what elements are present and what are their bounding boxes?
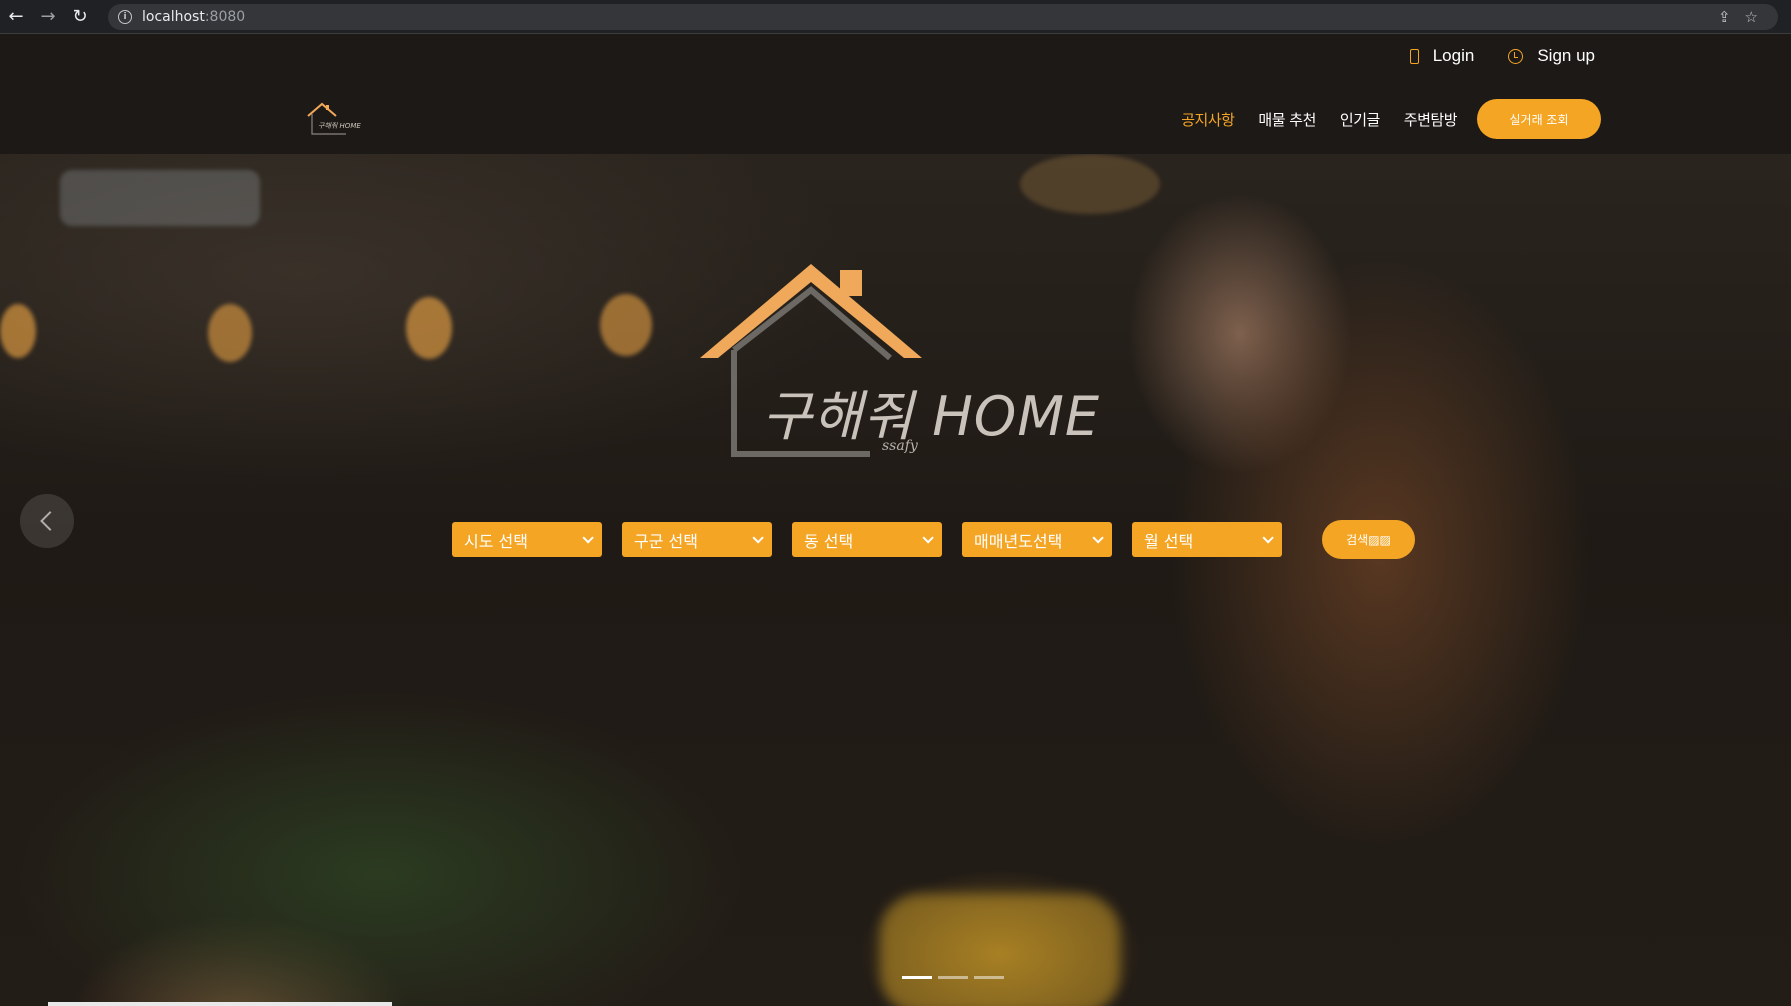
month-select-label: 월 선택 <box>1144 531 1194 551</box>
header-logo[interactable]: 구해줘 HOME <box>306 100 366 136</box>
carousel-prev-button[interactable] <box>20 494 74 548</box>
dong-select-label: 동 선택 <box>804 531 854 551</box>
browser-toolbar: ← → ↻ i localhost:8080 ⇪ ☆ <box>0 0 1791 34</box>
signup-link[interactable]: Sign up <box>1508 46 1595 66</box>
carousel-indicator-3[interactable] <box>974 976 1004 979</box>
main-nav: 공지사항 매물 추천 인기글 주변탐방 실거래 조회 <box>1181 99 1601 139</box>
year-select[interactable]: 매매년도선택 <box>962 522 1112 557</box>
year-select-label: 매매년도선택 <box>974 531 1063 551</box>
site-info-icon[interactable]: i <box>118 10 132 24</box>
search-button[interactable]: 검색▨▨ <box>1322 520 1415 559</box>
clock-icon <box>1508 48 1524 64</box>
deal-lookup-button[interactable]: 실거래 조회 <box>1477 99 1601 139</box>
header-logo-text: 구해줘 HOME <box>318 122 361 130</box>
bokeh-light <box>600 294 652 356</box>
hero-logo-title: 구해줘 HOME <box>762 385 1101 448</box>
dong-select[interactable]: 동 선택 <box>792 522 942 557</box>
signup-label: Sign up <box>1537 46 1595 65</box>
hero-logo-subtitle: ssafy <box>882 438 918 454</box>
forward-button[interactable]: → <box>32 0 64 34</box>
nav-recommend[interactable]: 매물 추천 <box>1258 109 1316 130</box>
chevron-down-icon <box>582 531 594 544</box>
bokeh-light <box>1020 154 1160 214</box>
site-header: Login Sign up 구해줘 HOME 공지사항 매물 추천 인기글 주변… <box>0 34 1791 154</box>
bokeh-light <box>406 297 452 359</box>
chevron-left-icon <box>40 511 60 531</box>
carousel-indicator-2[interactable] <box>938 976 968 979</box>
chevron-down-icon <box>1092 531 1104 544</box>
chevron-down-icon <box>922 531 934 544</box>
sido-select[interactable]: 시도 선택 <box>452 522 602 557</box>
carousel-indicator-1[interactable] <box>902 976 932 979</box>
coffee-mug <box>880 894 1120 1006</box>
chevron-down-icon <box>752 531 764 544</box>
url-host: localhost <box>142 9 205 25</box>
page: Login Sign up 구해줘 HOME 공지사항 매물 추천 인기글 주변… <box>0 34 1791 1006</box>
bokeh-light <box>60 170 260 226</box>
horizontal-scrollbar[interactable] <box>48 1002 392 1006</box>
gugun-select-label: 구군 선택 <box>634 531 698 551</box>
address-bar[interactable]: i localhost:8080 ⇪ ☆ <box>108 4 1778 30</box>
chevron-down-icon <box>1262 531 1274 544</box>
search-filter-row: 시도 선택 구군 선택 동 선택 매매년도선택 월 선택 검색▨▨ <box>452 520 1415 559</box>
carousel-indicators <box>902 976 1004 979</box>
bokeh-light <box>208 304 252 362</box>
sido-select-label: 시도 선택 <box>464 531 528 551</box>
phone-icon <box>1409 48 1419 64</box>
month-select[interactable]: 월 선택 <box>1132 522 1282 557</box>
gugun-select[interactable]: 구군 선택 <box>622 522 772 557</box>
login-link[interactable]: Login <box>1409 46 1475 66</box>
reload-button[interactable]: ↻ <box>64 0 96 34</box>
nav-notice[interactable]: 공지사항 <box>1181 109 1235 130</box>
auth-links: Login Sign up <box>1409 46 1595 66</box>
login-label: Login <box>1432 46 1475 65</box>
nav-explore[interactable]: 주변탐방 <box>1404 109 1458 130</box>
bookmark-star-icon[interactable]: ☆ <box>1745 8 1758 26</box>
bokeh-light <box>0 304 36 358</box>
nav-popular[interactable]: 인기글 <box>1340 109 1380 130</box>
url-port: :8080 <box>204 9 246 25</box>
share-icon[interactable]: ⇪ <box>1718 8 1731 26</box>
back-button[interactable]: ← <box>0 0 32 34</box>
hero-logo: 구해줘 HOME ssafy <box>700 254 1099 484</box>
